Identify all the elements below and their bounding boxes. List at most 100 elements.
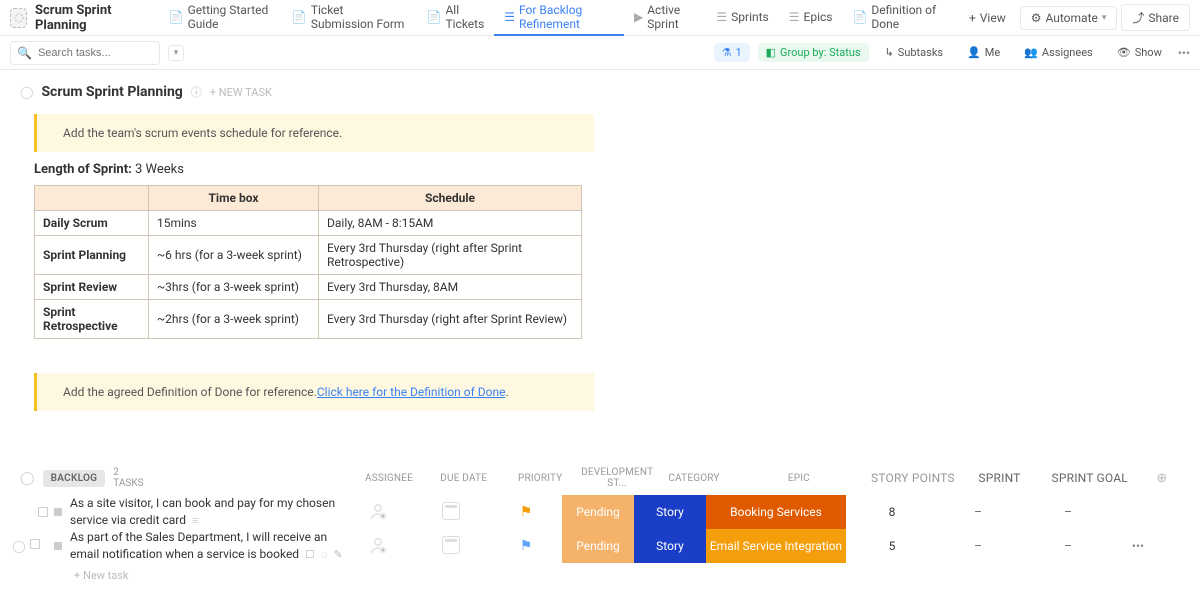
task-count: 2 TASKS — [113, 467, 148, 489]
due-date-add[interactable] — [442, 502, 460, 520]
story-points-cell[interactable]: 5 — [846, 539, 938, 553]
epic-cell[interactable]: Booking Services — [706, 495, 846, 529]
tab-icon: 📄 — [427, 10, 442, 24]
row-more[interactable]: ••• — [1118, 539, 1158, 553]
row-checkbox[interactable] — [30, 539, 40, 549]
task-row[interactable]: ◯As part of the Sales Department, I will… — [34, 529, 1180, 563]
task-row[interactable]: As a site visitor, I can book and pay fo… — [34, 495, 1180, 529]
col-category[interactable]: CATEGORY — [661, 473, 727, 484]
top-bar: Scrum Sprint Planning 📄Getting Started G… — [0, 0, 1200, 36]
col-story-points[interactable]: STORY POINTS — [871, 471, 955, 485]
show-pill[interactable]: 👁 Show — [1109, 43, 1170, 62]
col-epic[interactable]: EPIC — [735, 473, 863, 484]
col-dev-status[interactable]: DEVELOPMENT ST... — [581, 467, 653, 489]
tab-all-tickets[interactable]: 📄All Tickets — [417, 0, 495, 36]
col-due-date[interactable]: DUE DATE — [428, 473, 499, 484]
callout-schedule: Add the team's scrum events schedule for… — [34, 114, 594, 152]
sprint-length: Length of Sprint: 3 Weeks — [34, 162, 1180, 177]
tab-ticket-submission-form[interactable]: 📄Ticket Submission Form — [282, 0, 417, 36]
col-sprint-goal[interactable]: SPRINT GOAL — [1044, 471, 1135, 485]
collapse-icon[interactable]: ◯ — [20, 85, 33, 99]
share-icon: ⤴ — [1132, 9, 1144, 26]
tab-icon: ▶ — [634, 10, 643, 24]
new-task-link[interactable]: + NEW TASK — [210, 86, 272, 99]
info-icon[interactable]: ⓘ — [191, 84, 202, 100]
tab-definition-of-done[interactable]: 📄Definition of Done — [842, 0, 950, 36]
add-column-button[interactable]: ⊕ — [1143, 471, 1180, 486]
section-title: Scrum Sprint Planning — [41, 84, 182, 100]
col-assignee[interactable]: ASSIGNEE — [358, 473, 420, 484]
tab-icon: 📄 — [292, 10, 307, 24]
sprint-goal-cell[interactable]: – — [1018, 505, 1118, 519]
more-icon[interactable]: ••• — [1178, 46, 1190, 60]
table-row: Sprint Review~3hrs (for a 3-week sprint)… — [35, 275, 582, 300]
assignees-pill[interactable]: 👥 Assignees — [1016, 43, 1101, 62]
users-icon: 👥 — [1024, 46, 1038, 59]
new-task-row[interactable]: + New task — [34, 563, 1180, 582]
sprint-cell[interactable]: – — [938, 505, 1018, 519]
tab-icon: 📄 — [169, 10, 184, 24]
me-pill[interactable]: 👤 Me — [959, 43, 1008, 62]
search-icon: 🔍 — [17, 46, 32, 60]
filter-pill[interactable]: ⚗ 1 — [714, 43, 750, 62]
subtasks-pill[interactable]: ↳ Subtasks — [877, 43, 952, 62]
status-dot[interactable] — [54, 508, 62, 516]
eye-icon: 👁 — [1117, 46, 1131, 59]
share-button[interactable]: ⤴ Share — [1121, 4, 1190, 31]
table-row: Sprint Retrospective~2hrs (for a 3-week … — [35, 300, 582, 339]
task-grid: ◯ BACKLOG 2 TASKS ASSIGNEE DUE DATE PRIO… — [34, 461, 1180, 582]
tab-icon: ☰ — [716, 10, 727, 24]
search-chevron[interactable]: ▾ — [168, 45, 184, 61]
desc-icon: ≡ — [192, 514, 198, 529]
tag-icon[interactable]: ◌ — [321, 548, 328, 563]
col-sprint[interactable]: SPRINT — [963, 471, 1036, 485]
task-name[interactable]: As part of the Sales Department, I will … — [64, 529, 344, 562]
assignee-add[interactable] — [368, 501, 388, 521]
category-cell[interactable]: Story — [634, 495, 706, 529]
tab-icon: 📄 — [852, 10, 867, 24]
tab-icon: ☰ — [789, 10, 800, 24]
subtasks-icon: ↳ — [885, 46, 894, 59]
sprint-cell[interactable]: – — [938, 539, 1018, 553]
sub-bar: 🔍 ▾ ⚗ 1 ◧ Group by: Status ↳ Subtasks 👤 … — [0, 36, 1200, 70]
group-collapse-icon[interactable]: ◯ — [20, 471, 35, 486]
search-input[interactable] — [38, 47, 153, 59]
edit-icon[interactable]: ✎ — [334, 548, 343, 563]
priority-flag-icon[interactable]: ⚑ — [520, 538, 533, 554]
dev-status-cell[interactable]: Pending — [562, 495, 634, 529]
dod-link[interactable]: Click here for the Definition of Done — [317, 385, 506, 399]
tab-for-backlog-refinement[interactable]: ☰For Backlog Refinement — [494, 0, 624, 36]
dev-status-cell[interactable]: Pending — [562, 529, 634, 563]
priority-flag-icon[interactable]: ⚑ — [520, 504, 533, 520]
filter-icon: ⚗ — [722, 46, 732, 59]
search-box[interactable]: 🔍 — [10, 41, 160, 65]
epic-cell[interactable]: Email Service Integration — [706, 529, 846, 563]
board-logo — [10, 8, 27, 28]
row-select-circle[interactable]: ◯ — [12, 539, 25, 553]
user-icon: 👤 — [967, 46, 981, 59]
story-points-cell[interactable]: 8 — [846, 505, 938, 519]
add-view-button[interactable]: + View — [959, 7, 1016, 29]
due-date-add[interactable] — [442, 536, 460, 554]
board-title[interactable]: Scrum Sprint Planning — [35, 3, 145, 33]
category-cell[interactable]: Story — [634, 529, 706, 563]
status-dot[interactable] — [54, 542, 62, 550]
tab-icon: ☰ — [504, 10, 515, 24]
plus-icon: + — [969, 11, 976, 25]
chevron-down-icon: ▾ — [1102, 13, 1107, 23]
content: ◯ Scrum Sprint Planning ⓘ + NEW TASK Add… — [0, 70, 1200, 596]
col-priority[interactable]: PRIORITY — [507, 473, 573, 484]
tab-active-sprint[interactable]: ▶Active Sprint — [624, 0, 706, 36]
row-checkbox[interactable] — [38, 507, 48, 517]
sprint-goal-cell[interactable]: – — [1018, 539, 1118, 553]
tab-sprints[interactable]: ☰Sprints — [706, 0, 778, 36]
group-by-pill[interactable]: ◧ Group by: Status — [758, 43, 869, 62]
task-name[interactable]: As a site visitor, I can book and pay fo… — [64, 495, 344, 528]
subtask-icon[interactable]: ☐ — [305, 548, 315, 563]
assignee-add[interactable] — [368, 535, 388, 555]
tab-epics[interactable]: ☰Epics — [779, 0, 843, 36]
group-label[interactable]: BACKLOG — [43, 470, 106, 487]
automate-button[interactable]: ⚙ Automate ▾ — [1020, 6, 1118, 30]
tab-getting-started-guide[interactable]: 📄Getting Started Guide — [159, 0, 282, 36]
schedule-table: Time box Schedule Daily Scrum15minsDaily… — [34, 185, 582, 339]
